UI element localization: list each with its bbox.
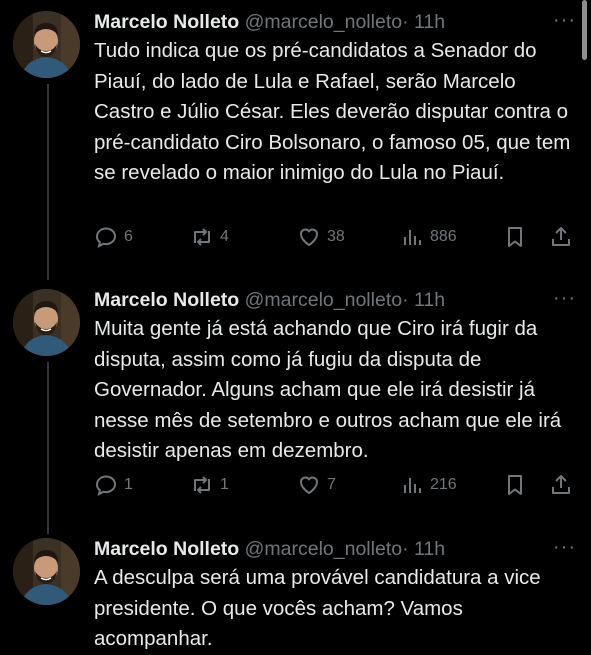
more-options-icon[interactable]: ··· — [553, 10, 576, 30]
tweet-text: Muita gente já está achando que Ciro irá… — [94, 317, 562, 462]
tweet-text: Tudo indica que os pré-candidatos a Sena… — [94, 39, 571, 184]
view-count: 216 — [430, 476, 457, 493]
tweet-header: Marcelo Nolleto @marcelo_nolleto· 11h — [94, 10, 445, 34]
share-button[interactable] — [549, 224, 573, 250]
tweet-actions: 1 1 7 216 — [94, 472, 581, 498]
bookmark-icon — [508, 227, 522, 247]
author-name[interactable]: Marcelo Nolleto — [94, 538, 239, 560]
like-button[interactable]: 38 — [297, 224, 345, 250]
avatar[interactable] — [13, 538, 80, 605]
timestamp[interactable]: · 11h — [402, 289, 445, 311]
reply-icon — [95, 475, 117, 496]
repost-button[interactable]: 4 — [190, 224, 229, 250]
tweet[interactable]: Marcelo Nolleto @marcelo_nolleto· 11h ··… — [0, 527, 591, 650]
tweet-actions: 6 4 38 886 — [94, 224, 581, 250]
author-name[interactable]: Marcelo Nolleto — [94, 11, 239, 33]
reply-icon — [95, 227, 117, 248]
view-count: 886 — [430, 228, 457, 245]
repost-button[interactable]: 1 — [190, 472, 229, 498]
timestamp[interactable]: · 11h — [402, 11, 445, 33]
tweet-header: Marcelo Nolleto @marcelo_nolleto· 11h — [94, 537, 445, 561]
author-handle[interactable]: @marcelo_nolleto — [245, 289, 402, 311]
views-icon — [404, 230, 421, 245]
repost-count: 4 — [220, 228, 229, 245]
tweet[interactable]: Marcelo Nolleto @marcelo_nolleto· 11h ··… — [0, 278, 591, 536]
author-handle[interactable]: @marcelo_nolleto — [245, 538, 402, 560]
reply-count: 6 — [124, 228, 133, 245]
more-options-icon[interactable]: ··· — [553, 537, 576, 557]
more-options-icon[interactable]: ··· — [553, 288, 576, 308]
share-icon — [552, 475, 570, 494]
like-count: 38 — [327, 228, 345, 245]
avatar[interactable] — [13, 11, 80, 78]
like-count: 7 — [327, 476, 336, 493]
reply-button[interactable]: 6 — [94, 224, 133, 250]
repost-icon — [194, 228, 210, 246]
timestamp[interactable]: · 11h — [402, 538, 445, 560]
heart-icon — [299, 228, 319, 247]
share-icon — [552, 227, 570, 246]
views-button[interactable]: 216 — [400, 472, 457, 498]
bookmark-button[interactable] — [503, 224, 527, 250]
tweet[interactable]: Marcelo Nolleto @marcelo_nolleto· 11h ··… — [0, 0, 591, 280]
avatar[interactable] — [13, 289, 80, 356]
tweet-header: Marcelo Nolleto @marcelo_nolleto· 11h — [94, 288, 445, 312]
repost-icon — [194, 476, 210, 494]
reply-button[interactable]: 1 — [94, 472, 133, 498]
bookmark-button[interactable] — [503, 472, 527, 498]
tweet-text: A desculpa será uma provável candidatura… — [94, 566, 541, 650]
share-button[interactable] — [549, 472, 573, 498]
views-button[interactable]: 886 — [400, 224, 457, 250]
like-button[interactable]: 7 — [297, 472, 336, 498]
reply-count: 1 — [124, 476, 133, 493]
heart-icon — [299, 476, 319, 495]
repost-count: 1 — [220, 476, 229, 493]
author-handle[interactable]: @marcelo_nolleto — [245, 11, 402, 33]
views-icon — [404, 478, 421, 493]
bookmark-icon — [508, 475, 522, 495]
author-name[interactable]: Marcelo Nolleto — [94, 289, 239, 311]
